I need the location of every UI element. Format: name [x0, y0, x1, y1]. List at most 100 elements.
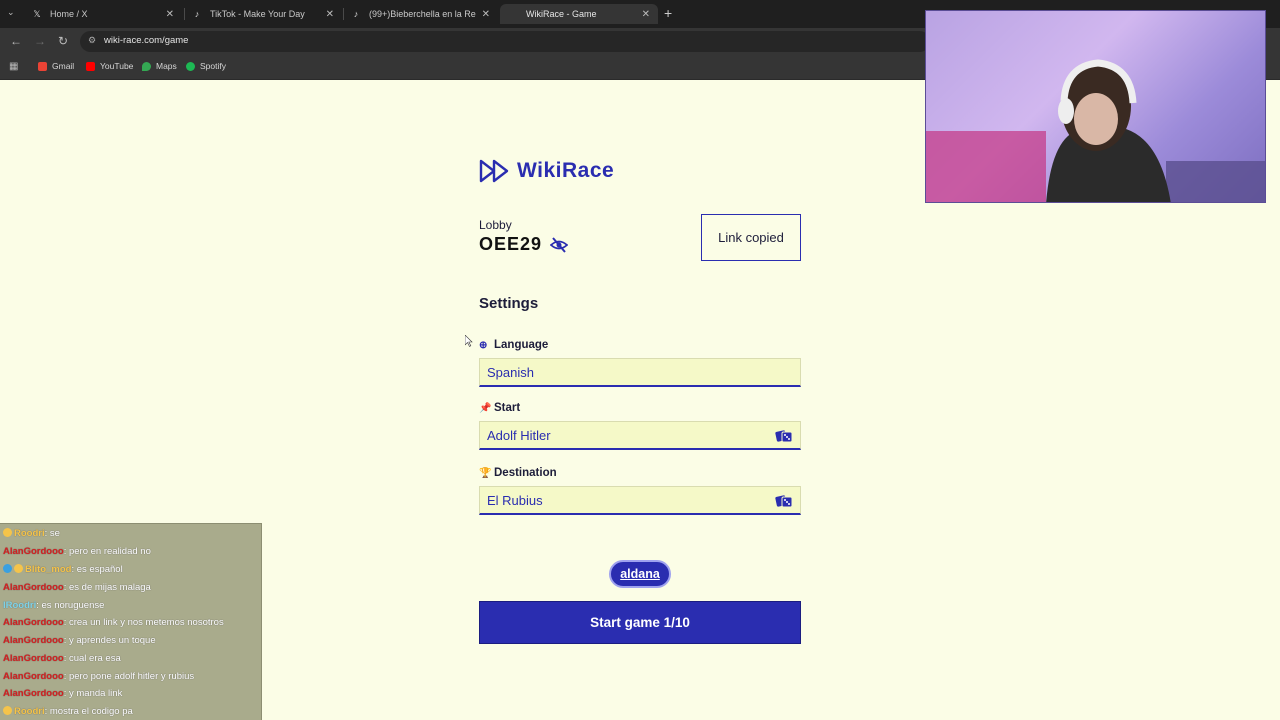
- chat-message: AlanGordooo: pero en realidad no: [3, 543, 151, 561]
- chat-username: AlanGordooo: [3, 671, 64, 682]
- back-icon[interactable]: ←: [10, 34, 22, 48]
- bookmark-maps[interactable]: Maps: [142, 61, 177, 71]
- close-icon[interactable]: ✕: [482, 9, 490, 20]
- chat-text: : se: [44, 528, 60, 539]
- streamer-camera-image: [926, 59, 1265, 202]
- tab-title: WikiRace - Game: [526, 9, 597, 19]
- trophy-icon: 🏆: [479, 467, 492, 479]
- chat-badge-icon: [14, 564, 23, 573]
- chat-text: : cual era esa: [63, 653, 121, 664]
- chat-message: AlanGordooo: es de mijas malaga: [3, 579, 151, 597]
- chat-message: AlanGordooo: cual era esa: [3, 650, 121, 668]
- language-value: Spanish: [487, 364, 534, 380]
- chat-username: AlanGordooo: [3, 546, 64, 557]
- chat-text: : y aprendes un toque: [63, 635, 156, 646]
- chat-message: AlanGordooo: y aprendes un toque: [3, 632, 156, 650]
- tab-home-x[interactable]: 𝕏 Home / X ✕: [24, 4, 182, 24]
- tab-search-icon[interactable]: ⌄: [7, 7, 15, 18]
- destination-label: 🏆 Destination: [479, 467, 557, 479]
- close-icon[interactable]: ✕: [642, 9, 650, 20]
- start-label-text: Start: [494, 402, 521, 414]
- dice-icon[interactable]: [775, 428, 793, 444]
- chat-username: Roodri: [14, 706, 45, 717]
- globe-icon: ⊕: [479, 339, 488, 351]
- pin-icon: 📌: [479, 402, 492, 414]
- bookmark-label: Gmail: [52, 61, 75, 71]
- language-select[interactable]: Spanish: [479, 358, 801, 387]
- chat-badge-icon: [3, 564, 12, 573]
- bookmark-gmail[interactable]: Gmail: [38, 61, 74, 71]
- chat-text: : pero pone adolf hitler y rubius: [63, 671, 195, 682]
- maps-icon: [142, 61, 151, 71]
- tab-title: TikTok - Make Your Day: [210, 9, 305, 19]
- bookmark-label: YouTube: [100, 61, 134, 71]
- gmail-icon: [38, 61, 47, 71]
- start-game-button[interactable]: Start game 1/10: [479, 601, 801, 644]
- tab-title: (99+)Bieberchella en la Residen: [369, 9, 476, 19]
- bookmark-youtube[interactable]: YouTube: [86, 61, 133, 71]
- bookmark-label: Spotify: [200, 61, 226, 71]
- site-info-icon[interactable]: ⚙: [88, 35, 96, 46]
- chat-text: : mostra el codigo pa: [44, 706, 133, 717]
- url-field[interactable]: ⚙ wiki-race.com/game: [80, 31, 930, 52]
- webcam-overlay: [925, 10, 1266, 203]
- youtube-icon: [86, 61, 95, 71]
- language-label-text: Language: [494, 339, 549, 351]
- lobby-code-row: OEE29: [479, 234, 569, 255]
- tab-title: Home / X: [50, 9, 88, 19]
- chat-message: Roodri: mostra el codigo pa: [3, 703, 133, 720]
- chat-username: Roodri: [14, 528, 45, 539]
- destination-article-input[interactable]: El Rubius: [479, 486, 801, 515]
- chat-message: AlanGordooo: crea un link y nos metemos …: [3, 614, 224, 632]
- start-value: Adolf Hitler: [487, 427, 551, 443]
- chat-badge-icon: [3, 706, 12, 715]
- url-text: wiki-race.com/game: [104, 35, 189, 46]
- x-logo-icon: 𝕏: [33, 9, 41, 19]
- chat-username: AlanGordooo: [3, 617, 64, 628]
- fast-forward-icon: [479, 159, 509, 183]
- reload-icon[interactable]: ↻: [58, 34, 68, 48]
- chat-badge-icon: [3, 528, 12, 537]
- tiktok-icon: ♪: [353, 9, 359, 19]
- close-icon[interactable]: ✕: [166, 9, 174, 20]
- tab-tiktok[interactable]: ♪ TikTok - Make Your Day ✕: [184, 4, 342, 24]
- chat-username: AlanGordooo: [3, 582, 64, 593]
- chat-username: Blito_mod: [25, 564, 72, 575]
- dice-icon[interactable]: [775, 493, 793, 509]
- chat-text: : es noruguense: [36, 600, 105, 611]
- tab-tiktok-live[interactable]: ♪ (99+)Bieberchella en la Residen ✕: [343, 4, 498, 24]
- close-icon[interactable]: ✕: [326, 9, 334, 20]
- copy-link-button[interactable]: Link copied: [701, 214, 801, 261]
- settings-heading: Settings: [479, 295, 539, 312]
- chat-username: lRoodri: [3, 600, 37, 611]
- chat-text: : pero en realidad no: [63, 546, 151, 557]
- chat-username: AlanGordooo: [3, 653, 64, 664]
- tiktok-icon: ♪: [194, 9, 200, 19]
- chat-message: Blito_mod: es español: [3, 561, 123, 579]
- bookmark-label: Maps: [156, 61, 177, 71]
- wikirace-logo[interactable]: WikiRace: [479, 158, 614, 184]
- lobby-code: OEE29: [479, 234, 543, 254]
- chat-message: lRoodri: es noruguense: [3, 597, 104, 615]
- language-label: ⊕ Language: [479, 339, 548, 351]
- chat-message: Roodri: se: [3, 525, 60, 543]
- destination-label-text: Destination: [494, 467, 557, 479]
- bookmark-spotify[interactable]: Spotify: [186, 61, 226, 71]
- eye-off-icon[interactable]: [550, 236, 569, 253]
- chat-text: : crea un link y nos metemos nosotros: [63, 617, 224, 628]
- tab-wikirace[interactable]: WikiRace - Game ✕: [500, 4, 658, 24]
- chat-message: AlanGordooo: y manda link: [3, 685, 122, 703]
- forward-icon[interactable]: →: [34, 34, 46, 48]
- spotify-icon: [186, 61, 195, 71]
- new-tab-icon[interactable]: +: [664, 5, 672, 21]
- player-badge[interactable]: aldana: [609, 560, 671, 588]
- lobby-label: Lobby: [479, 218, 512, 232]
- chat-username: AlanGordooo: [3, 635, 64, 646]
- app-name: WikiRace: [517, 159, 615, 182]
- chat-text: : es de mijas malaga: [63, 582, 151, 593]
- start-label: 📌 Start: [479, 402, 520, 414]
- start-article-input[interactable]: Adolf Hitler: [479, 421, 801, 450]
- apps-grid-icon[interactable]: ▦: [9, 61, 18, 72]
- chat-username: AlanGordooo: [3, 688, 64, 699]
- chat-message: AlanGordooo: pero pone adolf hitler y ru…: [3, 668, 194, 686]
